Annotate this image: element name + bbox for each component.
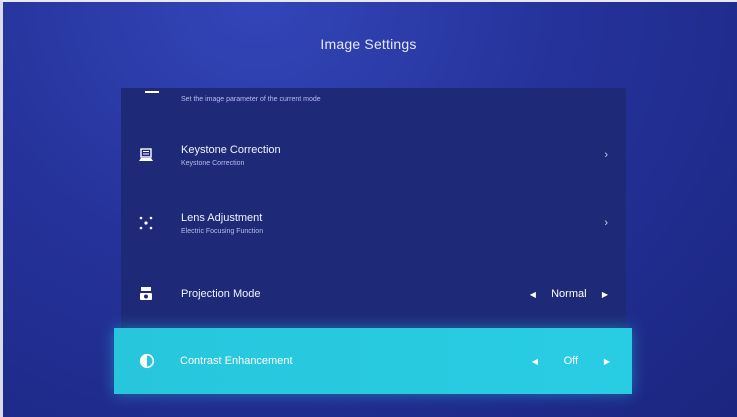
- list-item-contrast-enhancement[interactable]: Contrast Enhancement ◀ Off ▶: [114, 328, 632, 394]
- item-subtitle: Keystone Correction: [181, 159, 245, 167]
- chevron-right-icon: ›: [604, 149, 608, 161]
- projector-icon: [135, 283, 157, 305]
- list-item-keystone-correction[interactable]: Keystone Correction Keystone Correction …: [121, 128, 626, 182]
- item-label: Lens Adjustment: [181, 211, 263, 224]
- arrow-right-icon[interactable]: ▶: [602, 290, 608, 299]
- lens-focus-icon: [135, 212, 157, 234]
- projection-mode-selector[interactable]: ◀ Normal ▶: [530, 288, 608, 300]
- menu-dash-icon: [145, 91, 159, 93]
- list-item-top[interactable]: Set the image parameter of the current m…: [121, 88, 626, 110]
- list-item-lens-adjustment[interactable]: Lens Adjustment Electric Focusing Functi…: [121, 196, 626, 250]
- arrow-right-icon[interactable]: ▶: [604, 357, 610, 366]
- page-title: Image Settings: [320, 36, 417, 52]
- contrast-icon: [136, 350, 158, 372]
- selector-value: Normal: [551, 288, 587, 300]
- keystone-icon: [135, 144, 157, 166]
- chevron-right-icon: ›: [604, 217, 608, 229]
- item-label: Projection Mode: [181, 288, 261, 300]
- item-subtitle: Electric Focusing Function: [181, 227, 264, 235]
- settings-list: Set the image parameter of the current m…: [121, 88, 626, 328]
- item-label: Keystone Correction: [181, 143, 281, 156]
- item-description: Set the image parameter of the current m…: [181, 96, 321, 103]
- contrast-enhancement-selector[interactable]: ◀ Off ▶: [532, 355, 610, 367]
- list-item-projection-mode[interactable]: Projection Mode ◀ Normal ▶: [121, 276, 626, 312]
- selector-value: Off: [563, 355, 579, 367]
- item-label: Contrast Enhancement: [180, 355, 293, 367]
